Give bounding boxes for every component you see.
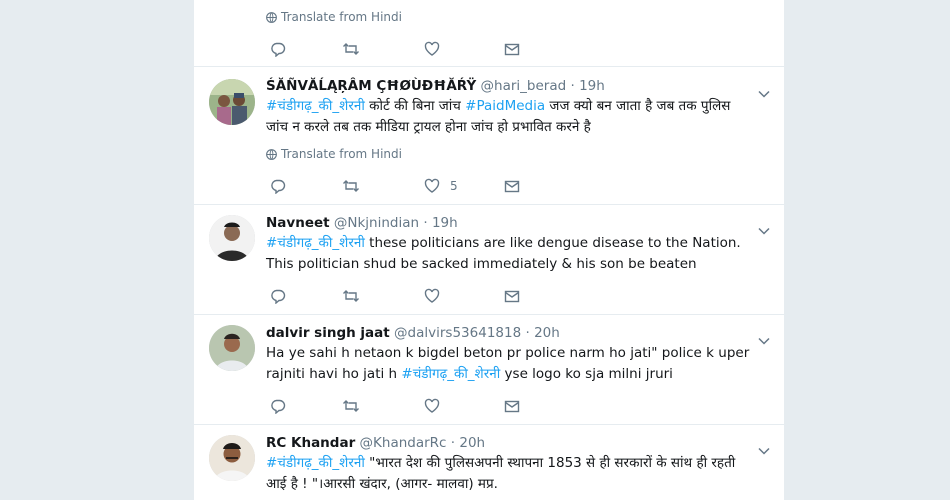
tweet-header: dalvir singh jaat @dalvirs53641818 · 20h	[266, 324, 750, 342]
tweet[interactable]: dalvir singh jaat @dalvirs53641818 · 20h…	[194, 314, 784, 425]
hashtag-link[interactable]: #चंडीगढ़_की_शेरनी	[266, 235, 365, 251]
separator-dot: ·	[525, 325, 530, 341]
translate-link[interactable]: Translate from Hindi	[266, 9, 402, 25]
tweet-text-segment: yse logo ko sja milni jruri	[500, 366, 673, 382]
separator-dot: ·	[423, 215, 428, 231]
like-icon	[424, 178, 440, 193]
message-icon	[504, 43, 520, 56]
tweet[interactable]: ŚĂÑVĂĹĄŖÂM ÇĦØÙĐĦĂŔŸ @hari_berad · 19h #…	[194, 66, 784, 205]
tweet-header: Navneet @Nkjnindian · 19h	[266, 214, 750, 232]
tweet-text: Ha ye sahi h netaon k bigdel beton pr po…	[266, 343, 756, 385]
reply-button[interactable]	[270, 177, 286, 195]
retweet-icon	[343, 290, 359, 302]
reply-icon	[271, 42, 286, 57]
globe-icon	[266, 12, 277, 23]
chevron-down-icon[interactable]	[758, 440, 770, 455]
globe-icon	[266, 149, 277, 160]
hashtag-link[interactable]: #चंडीगढ़_की_शेरनी	[401, 366, 500, 382]
user-fullname[interactable]: ŚĂÑVĂĹĄŖÂM ÇĦØÙĐĦĂŔŸ	[266, 78, 476, 94]
hashtag-link[interactable]: #चंडीगढ़_की_शेरनी	[266, 98, 365, 114]
translate-label: Translate from Hindi	[281, 10, 402, 24]
tweet[interactable]: Navneet @Nkjnindian · 19h #चंडीगढ़_की_शे…	[194, 204, 784, 315]
retweet-button[interactable]	[342, 287, 360, 305]
retweet-icon	[343, 180, 359, 192]
translate-label: Translate from Hindi	[281, 147, 402, 161]
reply-button[interactable]	[270, 40, 286, 58]
chevron-down-icon[interactable]	[758, 220, 770, 235]
chevron-down-icon[interactable]	[758, 330, 770, 345]
message-button[interactable]	[504, 177, 520, 195]
tweet-top-partial: Translate from Hindi	[194, 0, 784, 67]
message-icon	[504, 290, 520, 303]
hashtag-link[interactable]: #चंडीगढ़_की_शेरनी	[266, 455, 365, 471]
user-fullname[interactable]: RC Khandar	[266, 435, 355, 451]
tweet-text: #चंडीगढ़_की_शेरनी "भारत देश की पुलिसअपनी…	[266, 453, 756, 495]
tweet-header: ŚĂÑVĂĹĄŖÂM ÇĦØÙĐĦĂŔŸ @hari_berad · 19h	[266, 77, 750, 95]
avatar[interactable]	[209, 325, 255, 371]
message-button[interactable]	[504, 397, 520, 415]
like-icon	[424, 288, 440, 303]
like-icon	[424, 41, 440, 56]
tweet-timestamp[interactable]: 20h	[459, 435, 485, 451]
user-fullname[interactable]: dalvir singh jaat	[266, 325, 390, 341]
chevron-down-icon[interactable]	[758, 83, 770, 98]
user-handle[interactable]: @KhandarRc	[360, 435, 447, 451]
tweet-stream: Translate from Hindi ŚĂÑVĂĹĄŖÂM ÇĦØÙĐĦĂŔ…	[194, 0, 784, 500]
reply-button[interactable]	[270, 397, 286, 415]
translate-link[interactable]: Translate from Hindi	[266, 146, 402, 162]
tweet-actions: 5	[266, 177, 566, 195]
tweet-timestamp[interactable]: 19h	[432, 215, 458, 231]
reply-icon	[271, 399, 286, 414]
user-handle[interactable]: @Nkjnindian	[334, 215, 419, 231]
tweet-actions	[266, 40, 566, 58]
like-icon	[424, 398, 440, 413]
message-button[interactable]	[504, 40, 520, 58]
message-icon	[504, 180, 520, 193]
retweet-button[interactable]	[342, 40, 360, 58]
tweet-actions	[266, 287, 566, 305]
tweet-header: RC Khandar @KhandarRc · 20h	[266, 434, 750, 452]
user-handle[interactable]: @dalvirs53641818	[394, 325, 521, 341]
message-button[interactable]	[504, 287, 520, 305]
avatar[interactable]	[209, 435, 255, 481]
user-fullname[interactable]: Navneet	[266, 215, 330, 231]
tweet-actions	[266, 397, 566, 415]
like-button[interactable]	[424, 287, 440, 305]
like-button[interactable]: 5	[424, 177, 458, 195]
separator-dot: ·	[570, 78, 575, 94]
tweet[interactable]: RC Khandar @KhandarRc · 20h #चंडीगढ़_की_…	[194, 424, 784, 500]
hashtag-link[interactable]: #PaidMedia	[465, 98, 545, 114]
reply-icon	[271, 179, 286, 194]
retweet-icon	[343, 400, 359, 412]
avatar[interactable]	[209, 79, 255, 125]
tweet-timestamp[interactable]: 19h	[579, 78, 605, 94]
like-count: 5	[450, 179, 458, 193]
tweet-text: #चंडीगढ़_की_शेरनी कोर्ट की बिना जांच #Pa…	[266, 96, 756, 138]
tweet-text: #चंडीगढ़_की_शेरनी these politicians are …	[266, 233, 756, 275]
tweet-text-segment: कोर्ट की बिना जांच	[364, 98, 466, 114]
user-handle[interactable]: @hari_berad	[481, 78, 567, 94]
retweet-button[interactable]	[342, 397, 360, 415]
reply-button[interactable]	[270, 287, 286, 305]
tweet-timestamp[interactable]: 20h	[534, 325, 560, 341]
avatar[interactable]	[209, 215, 255, 261]
like-button[interactable]	[424, 397, 440, 415]
retweet-button[interactable]	[342, 177, 360, 195]
retweet-icon	[343, 43, 359, 55]
reply-icon	[271, 289, 286, 304]
message-icon	[504, 400, 520, 413]
separator-dot: ·	[450, 435, 456, 451]
like-button[interactable]	[424, 40, 440, 58]
